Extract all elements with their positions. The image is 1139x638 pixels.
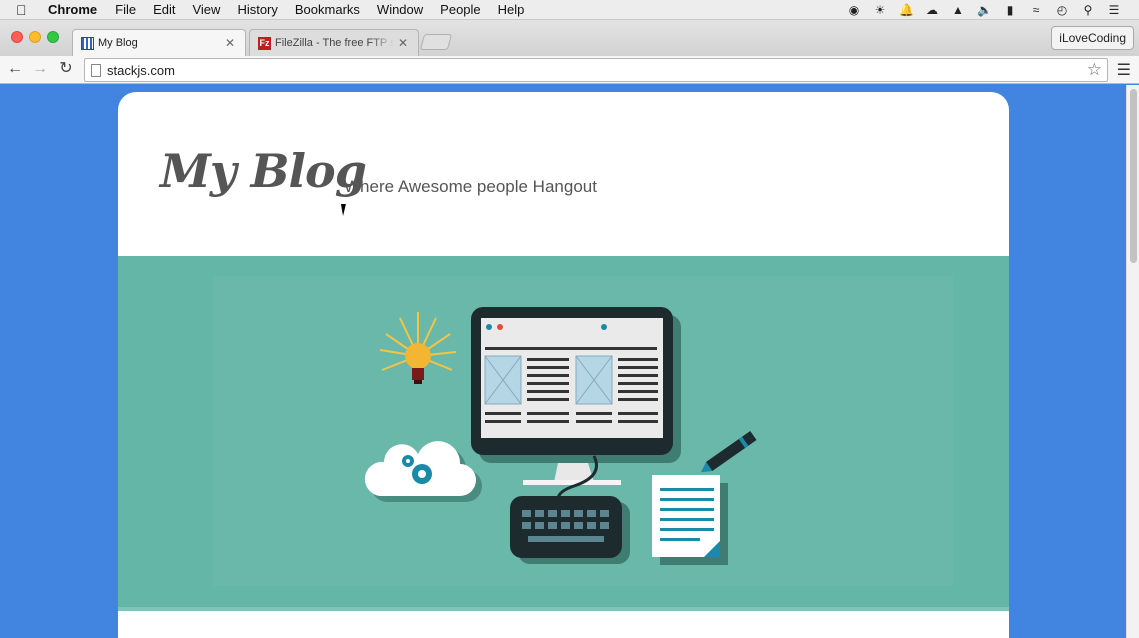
menu-edit[interactable]: Edit	[153, 2, 175, 17]
notification-center-icon[interactable]: ☰	[1107, 3, 1121, 17]
tab-title: My Blog	[98, 37, 138, 49]
battery-icon[interactable]: ▮	[1003, 3, 1017, 17]
chrome-menu-icon[interactable]: ☰	[1117, 60, 1131, 80]
page-viewport: My Blog Where Awesome people Hangout	[0, 85, 1139, 638]
brightness-icon[interactable]: ☀	[873, 3, 887, 17]
menu-app-chrome[interactable]: Chrome	[48, 2, 97, 17]
url-text[interactable]: stackjs.com	[107, 63, 175, 78]
minimize-window-button[interactable]	[29, 31, 41, 43]
bookmark-star-icon[interactable]: ☆	[1087, 60, 1102, 80]
mouse-cursor-icon	[340, 204, 354, 216]
close-window-button[interactable]	[11, 31, 23, 43]
tab-title: FileZilla - The free FTP solution	[275, 37, 394, 49]
menu-bar:  Chrome File Edit View History Bookmark…	[0, 0, 1139, 20]
google-drive-icon[interactable]: ▲	[951, 3, 965, 17]
menu-file[interactable]: File	[115, 2, 136, 17]
back-arrow-icon[interactable]: ←	[5, 59, 25, 79]
cloud-gears-icon	[364, 441, 482, 502]
grid-favicon-icon	[81, 36, 94, 50]
hero-illustration	[364, 307, 757, 565]
page-icon	[91, 64, 101, 77]
monitor-icon	[471, 307, 681, 509]
scrollbar-thumb[interactable]	[1130, 89, 1137, 263]
notification-bell-icon[interactable]: 🔔	[899, 3, 914, 17]
zoom-window-button[interactable]	[47, 31, 59, 43]
blog-card: My Blog Where Awesome people Hangout	[118, 92, 1009, 638]
close-tab-icon[interactable]: ✕	[225, 36, 235, 50]
wifi-icon[interactable]: ≈	[1029, 3, 1043, 17]
blog-tagline: Where Awesome people Hangout	[344, 177, 597, 196]
reload-icon[interactable]: ↻	[56, 59, 76, 79]
volume-icon[interactable]: 🔈	[977, 3, 992, 17]
browser-toolbar: ← → ↻ stackjs.com ☆ ☰	[0, 56, 1139, 84]
tab-filezilla[interactable]: Fz FileZilla - The free FTP solution ✕	[249, 29, 419, 56]
tab-my-blog[interactable]: My Blog ✕	[72, 29, 246, 56]
tab-strip: My Blog ✕ Fz FileZilla - The free FTP so…	[0, 20, 1139, 56]
menu-bookmarks[interactable]: Bookmarks	[295, 2, 360, 17]
status-icons: ◉ ☀ 🔔 ☁ ▲ 🔈 ▮ ≈ ◴ ⚲ ☰	[847, 0, 1121, 20]
apple-icon[interactable]: 	[16, 2, 36, 18]
profile-button[interactable]: iLoveCoding	[1051, 26, 1134, 50]
keyboard-icon	[510, 496, 630, 564]
record-icon[interactable]: ◉	[847, 3, 861, 17]
close-tab-icon[interactable]: ✕	[398, 36, 408, 50]
menu-history[interactable]: History	[237, 2, 277, 17]
filezilla-favicon-icon: Fz	[258, 36, 271, 50]
menu-view[interactable]: View	[192, 2, 220, 17]
page-scrollbar[interactable]	[1126, 85, 1139, 638]
menu-help[interactable]: Help	[498, 2, 525, 17]
forward-arrow-icon[interactable]: →	[30, 59, 50, 79]
menu-window[interactable]: Window	[377, 2, 423, 17]
address-bar[interactable]: stackjs.com ☆	[84, 58, 1108, 82]
lightbulb-icon	[379, 312, 457, 384]
time-machine-icon[interactable]: ◴	[1055, 3, 1069, 17]
creative-cloud-icon[interactable]: ☁	[925, 3, 939, 17]
blog-logo[interactable]: My Blog	[160, 144, 367, 198]
menu-people[interactable]: People	[440, 2, 480, 17]
hero-banner	[118, 256, 1009, 611]
spotlight-search-icon[interactable]: ⚲	[1081, 3, 1095, 17]
new-tab-button[interactable]	[419, 34, 453, 50]
